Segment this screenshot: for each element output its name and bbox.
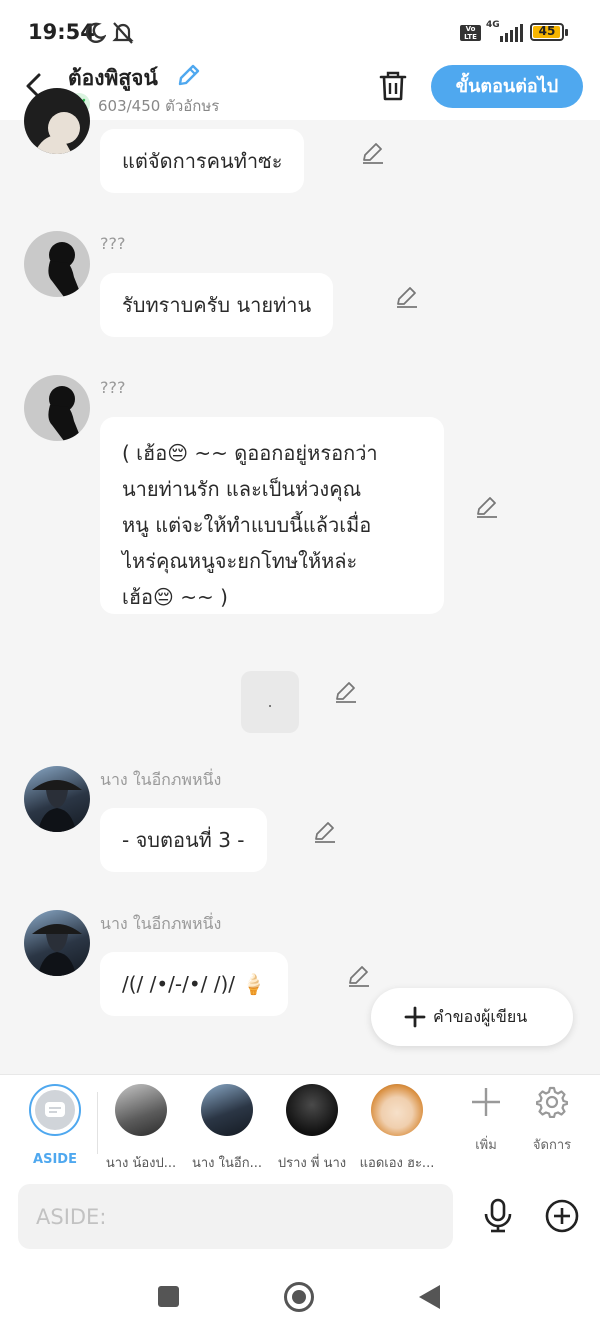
back-icon[interactable] — [419, 1285, 440, 1309]
message-line: หนู แต่จะให้ทำแบบนี้แล้วเมื่อ — [122, 513, 372, 537]
input-area — [0, 1172, 600, 1258]
message-bubble[interactable]: แต่จัดการคนทำซะ — [100, 129, 305, 193]
avatar — [371, 1084, 423, 1136]
add-label: เพิ่ม — [475, 1138, 497, 1153]
trash-icon[interactable] — [378, 70, 408, 102]
character-label: แอดเอง ฮะ... — [359, 1156, 435, 1171]
next-step-button[interactable]: ขั้นตอนต่อไป — [431, 65, 583, 108]
message-line: นายท่านรัก และเป็นห่วงคุณ — [122, 477, 362, 501]
message-bubble[interactable]: รับทราบครับ นายท่าน — [100, 273, 334, 337]
avatar[interactable] — [24, 375, 90, 441]
edit-message-pencil-icon[interactable] — [333, 679, 359, 705]
message-line: ( เฮ้อ😔 ~~ ดูออกอยู่หรอกว่า — [122, 441, 378, 465]
message-bubble[interactable]: ( เฮ้อ😔 ~~ ดูออกอยู่หรอกว่า นายท่านรัก แ… — [100, 417, 444, 614]
bell-mute-icon — [112, 22, 134, 44]
message-bubble[interactable]: - จบตอนที่ 3 - — [100, 808, 267, 872]
edit-title-pencil-icon[interactable] — [176, 62, 202, 88]
battery-level: 45 — [538, 24, 556, 38]
system-nav-bar — [0, 1258, 600, 1333]
recent-apps-icon[interactable] — [158, 1286, 179, 1307]
character-label: ASIDE — [33, 1152, 77, 1167]
edit-message-pencil-icon[interactable] — [346, 963, 372, 989]
story-title[interactable]: ต้องพิสูจน์ — [68, 62, 158, 95]
battery-icon: 45 — [530, 23, 568, 41]
sender-name: นาง ในอีกภพหนึ่ง — [100, 914, 222, 933]
manage-button[interactable]: จัดการ — [517, 1086, 587, 1155]
message-line: ไหร่คุณหนูจะยกโทษให้หล่ะ — [122, 549, 358, 573]
avatar[interactable] — [24, 231, 90, 297]
author-note-label: คำของผู้เขียน — [433, 1007, 528, 1026]
character-label: นาง น้องป... — [105, 1156, 177, 1171]
character-item[interactable]: นาง น้องป... — [98, 1084, 184, 1173]
moon-icon — [85, 22, 106, 43]
character-count: 603/450 ตัวอักษร — [98, 97, 220, 115]
avatar — [286, 1084, 338, 1136]
header: ต้องพิสูจน์ 603/450 ตัวอักษร ขั้นตอนต่อไ… — [0, 62, 600, 120]
avatar[interactable] — [24, 766, 90, 832]
signal-icon — [500, 24, 523, 42]
avatar[interactable] — [24, 88, 90, 154]
microphone-icon[interactable] — [483, 1198, 513, 1234]
add-character-button[interactable]: เพิ่ม — [451, 1086, 521, 1155]
character-label: ปราง พี่ นาง — [277, 1156, 347, 1171]
plus-icon — [404, 1006, 426, 1028]
status-bar: 19:54 Vo LTE 4G 45 — [0, 0, 600, 62]
edit-message-pencil-icon[interactable] — [312, 819, 338, 845]
avatar — [201, 1084, 253, 1136]
author-note-button[interactable]: คำของผู้เขียน — [371, 988, 573, 1046]
message-bubble[interactable]: /(/ /•/-/•/ /)/ 🍦 — [100, 952, 289, 1016]
aside-avatar — [29, 1084, 81, 1136]
avatar — [115, 1084, 167, 1136]
message-input[interactable] — [18, 1184, 453, 1249]
message-icon — [45, 1102, 65, 1117]
home-icon[interactable] — [284, 1282, 314, 1312]
sender-name: ??? — [100, 378, 126, 397]
manage-label: จัดการ — [532, 1138, 572, 1153]
sender-name: ??? — [100, 234, 126, 253]
network-label: 4G — [486, 20, 500, 30]
character-label: นาง ในอีก... — [192, 1156, 262, 1171]
edit-message-pencil-icon[interactable] — [394, 284, 420, 310]
character-aside[interactable]: ASIDE — [12, 1084, 98, 1167]
add-circle-icon[interactable] — [544, 1198, 580, 1234]
plus-icon — [472, 1088, 500, 1116]
volte-icon: Vo LTE — [460, 25, 481, 41]
character-item[interactable]: นาง ในอีก... — [184, 1084, 270, 1173]
avatar[interactable] — [24, 910, 90, 976]
edit-message-pencil-icon[interactable] — [474, 494, 500, 520]
message-line: เฮ้อ😔 ~~ ) — [122, 585, 228, 609]
gear-icon — [535, 1086, 569, 1119]
edit-message-pencil-icon[interactable] — [360, 140, 386, 166]
narration-bubble[interactable]: . — [241, 671, 299, 733]
sender-name: นาง ในอีกภพหนึ่ง — [100, 770, 222, 789]
character-item[interactable]: แอดเอง ฮะ... — [354, 1084, 440, 1173]
character-item[interactable]: ปราง พี่ นาง — [269, 1084, 355, 1173]
